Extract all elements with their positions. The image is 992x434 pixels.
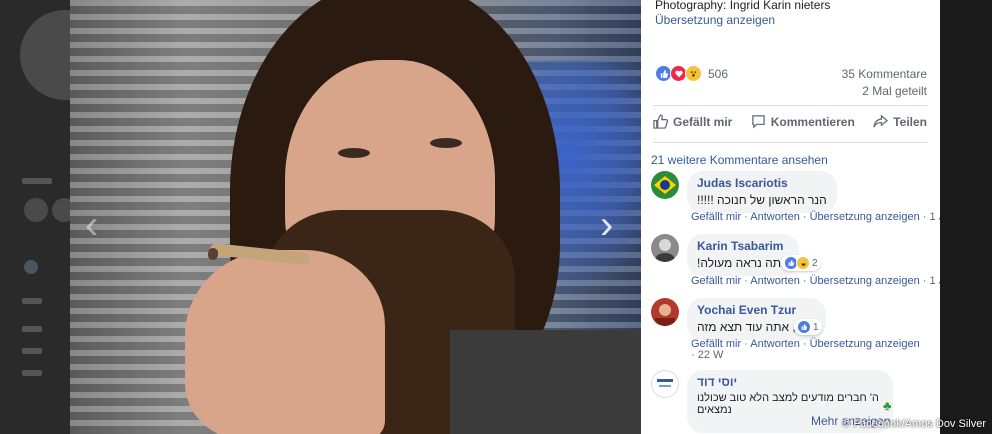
clover-icon: ♣ bbox=[883, 398, 892, 413]
commenter-name[interactable]: יוסי דוד bbox=[697, 375, 883, 389]
comment-reaction-count: 1 bbox=[813, 321, 819, 333]
comment-age: 1 J bbox=[929, 275, 940, 287]
background-text-line bbox=[22, 370, 42, 376]
comment-translate-link[interactable]: Übersetzung anzeigen bbox=[810, 338, 920, 350]
thumbs-up-icon bbox=[653, 114, 668, 129]
comment-text: ה' חברים מודעים למצב הלא טוב שכולנו נמצא… bbox=[697, 392, 879, 416]
comment-meta: Gefällt mir · Antworten · Übersetzung an… bbox=[691, 338, 920, 350]
right-eye bbox=[430, 138, 462, 148]
background-text-line bbox=[22, 348, 42, 354]
comment-translate-link[interactable]: Übersetzung anzeigen bbox=[810, 211, 920, 223]
next-photo-button[interactable]: › bbox=[600, 205, 613, 245]
previous-photo-button[interactable]: ‹ bbox=[85, 205, 98, 245]
commenter-avatar[interactable] bbox=[651, 171, 679, 199]
comment-age: 22 W bbox=[697, 349, 724, 361]
commenter-avatar[interactable] bbox=[651, 370, 679, 398]
comment-reply-link[interactable]: Antworten bbox=[750, 211, 800, 223]
comments-count[interactable]: 35 Kommentare bbox=[842, 67, 927, 81]
post-actions: Gefällt mir Kommentieren Teilen bbox=[653, 114, 927, 129]
translate-link[interactable]: Übersetzung anzeigen bbox=[655, 13, 775, 27]
comment-reactions[interactable]: 1 bbox=[794, 319, 822, 335]
comment-like-link[interactable]: Gefällt mir bbox=[691, 275, 741, 287]
commenter-avatar[interactable] bbox=[651, 234, 679, 262]
background-friend-avatar bbox=[52, 198, 70, 222]
comment-age: 1 J bbox=[929, 211, 940, 223]
comment-bubble: Karin Tsabarim אתה נראה מעולה! bbox=[687, 234, 799, 276]
left-eye bbox=[338, 148, 370, 158]
commenter-name[interactable]: Yochai Even Tzur bbox=[697, 303, 816, 317]
background-text-line bbox=[22, 326, 42, 332]
view-more-comments-link[interactable]: 21 weitere Kommentare ansehen bbox=[651, 153, 828, 167]
comment-reactions[interactable]: 2 bbox=[781, 255, 821, 271]
like-reaction-icon bbox=[797, 320, 811, 334]
photo-credit: © Facebook/Amos Dov Silver bbox=[842, 418, 986, 430]
comment-icon bbox=[752, 115, 765, 129]
share-label: Teilen bbox=[893, 114, 927, 129]
comment-reaction-count: 2 bbox=[812, 257, 818, 269]
post-caption: Photography: Ingrid Karin nieters bbox=[655, 0, 831, 12]
comment-label: Kommentieren bbox=[770, 114, 855, 129]
background-avatar bbox=[20, 10, 70, 100]
comment-reply-link[interactable]: Antworten bbox=[750, 338, 800, 350]
like-button[interactable]: Gefällt mir bbox=[653, 114, 732, 129]
haha-reaction-icon bbox=[796, 256, 810, 270]
comment-meta: Gefällt mir · Antworten · Übersetzung an… bbox=[691, 275, 940, 287]
comment-text: אתה נראה מעולה! bbox=[697, 256, 789, 270]
comment-text: הנר הראשון של חנוכה !!!!! bbox=[697, 193, 827, 207]
comment-button[interactable]: Kommentieren bbox=[751, 114, 855, 129]
shares-count[interactable]: 2 Mal geteilt bbox=[862, 84, 927, 98]
comment-reply-link[interactable]: Antworten bbox=[750, 275, 800, 287]
divider bbox=[653, 142, 927, 143]
lightbox-backdrop bbox=[940, 0, 992, 434]
background-friend-avatar bbox=[24, 198, 48, 222]
reaction-count: 506 bbox=[708, 66, 729, 81]
post-photo[interactable] bbox=[70, 0, 641, 434]
jacket bbox=[450, 330, 641, 434]
wow-reaction-icon bbox=[685, 65, 702, 82]
like-label: Gefällt mir bbox=[673, 114, 733, 129]
commenter-avatar[interactable] bbox=[651, 298, 679, 326]
share-button[interactable]: Teilen bbox=[873, 114, 927, 129]
divider bbox=[653, 105, 927, 106]
background-page bbox=[0, 0, 70, 434]
comment-translate-link[interactable]: Übersetzung anzeigen bbox=[810, 275, 920, 287]
share-icon bbox=[873, 114, 889, 128]
comment-meta: Gefällt mir · Antworten · Übersetzung an… bbox=[691, 211, 940, 223]
background-text-line bbox=[22, 298, 42, 304]
commenter-name[interactable]: Judas Iscariotis bbox=[697, 176, 827, 190]
comment-meta: · 22 W bbox=[691, 349, 724, 361]
commenter-name[interactable]: Karin Tsabarim bbox=[697, 239, 789, 253]
reaction-summary[interactable]: 506 bbox=[655, 65, 728, 82]
background-text-line bbox=[22, 178, 52, 184]
comment-bubble: Judas Iscariotis הנר הראשון של חנוכה !!!… bbox=[687, 171, 837, 213]
background-icon bbox=[24, 260, 38, 274]
comment-like-link[interactable]: Gefällt mir bbox=[691, 211, 741, 223]
post-side-panel: Photography: Ingrid Karin nieters Überse… bbox=[641, 0, 940, 434]
hand bbox=[185, 250, 385, 434]
